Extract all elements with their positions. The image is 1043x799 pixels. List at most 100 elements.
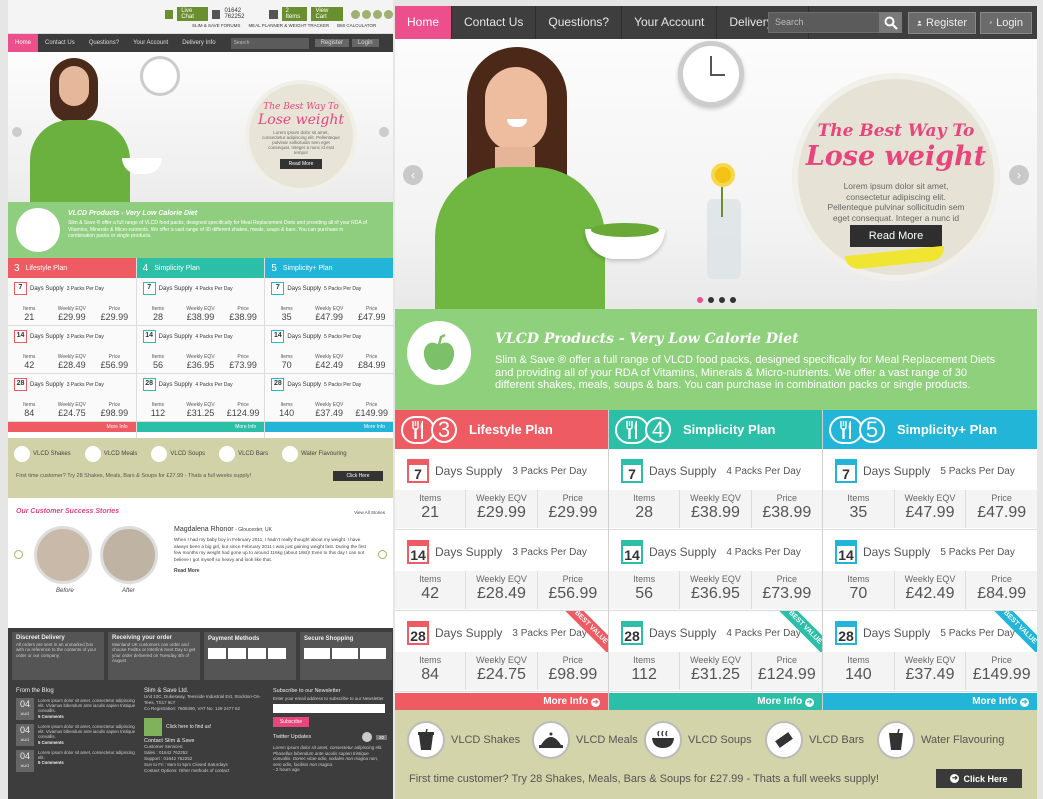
meal-planner-link[interactable]: MEAL PLANNER & WEIGHT TRACKER: [248, 23, 329, 28]
bars-thumb[interactable]: VLCD Bars: [219, 446, 268, 462]
click-here-button[interactable]: ➔ Click Here: [936, 769, 1022, 788]
blog-item[interactable]: 04 AUG Lorem ipsum dolor sit amet, consect…: [16, 724, 136, 746]
plan-option-row[interactable]: 7 Days Supply 5 Packs Per Day Items 35 We…: [823, 449, 1037, 530]
hero-body-thumb: Lorem ipsum dolor sit amet, consectetur …: [262, 130, 340, 155]
receiving-order-box: Receiving your order Mainland UK customer…: [108, 632, 200, 680]
plan-option-row[interactable]: 7 Days Supply 3 Packs Per Day Items 21 We…: [395, 449, 608, 530]
register-button-thumb[interactable]: Register: [314, 39, 349, 47]
blog-item[interactable]: 04 AUG Lorem ipsum dolor sit amet, consect…: [16, 698, 136, 720]
more-info-thumb[interactable]: More Info: [8, 422, 136, 432]
plan-header[interactable]: 3 Lifestyle Plan: [395, 410, 608, 449]
search-button[interactable]: [879, 12, 902, 33]
search-input-thumb[interactable]: Search: [230, 37, 309, 49]
twitter-icon[interactable]: [361, 732, 372, 742]
water-thumb[interactable]: Water Flavouring: [282, 446, 347, 462]
click-here-thumb[interactable]: Click Here: [333, 471, 383, 481]
calendar-icon: 28: [407, 621, 429, 645]
blog-item[interactable]: 04 AUG Lorem ipsum dolor sit amet, consect…: [16, 750, 136, 772]
more-info-link[interactable]: More Info ➔: [395, 693, 608, 710]
story-read-more[interactable]: Read More: [174, 568, 374, 574]
meals-thumb[interactable]: VLCD Meals: [84, 446, 137, 462]
plan-row-thumb[interactable]: 7 Days Supply 5 Packs Per Day Items 35 Week…: [265, 278, 393, 326]
nav-contact[interactable]: Contact Us: [452, 6, 537, 39]
more-info-link[interactable]: More Info ➔: [823, 693, 1037, 710]
shakes-thumb[interactable]: VLCD Shakes: [14, 446, 71, 462]
slider-next-button[interactable]: ›: [1009, 165, 1029, 185]
plan-row-thumb[interactable]: 28 Days Supply 3 Packs Per Day Items 84 Wee…: [8, 374, 136, 422]
plan-row-thumb[interactable]: 7 Days Supply 3 Packs Per Day Items 21 Week…: [8, 278, 136, 326]
plan-header-thumb[interactable]: 4 Simplicity Plan: [136, 258, 265, 278]
register-button[interactable]: Register: [908, 12, 976, 34]
category-soups[interactable]: VLCD Soups: [644, 721, 752, 759]
plan-header-thumb[interactable]: 3 Lifestyle Plan: [8, 258, 136, 278]
packs-per-day: 4 Packs Per Day: [726, 546, 801, 558]
calendar-icon: 7: [835, 459, 857, 483]
nav-account[interactable]: Your Account: [622, 6, 718, 39]
forums-link[interactable]: SLIM & SAVE FORUMS: [192, 23, 240, 28]
prev-arrow-thumb[interactable]: [12, 127, 22, 137]
plan-option-row[interactable]: 14 Days Supply 5 Packs Per Day Items 70 W…: [823, 530, 1037, 611]
plan-header-thumb[interactable]: 5 Simplicity+ Plan: [265, 258, 393, 278]
plan-row-thumb[interactable]: 14 Days Supply 5 Packs Per Day Items 70 Wee…: [265, 326, 393, 374]
nav-home[interactable]: Home: [395, 6, 453, 39]
nav-contact-thumb[interactable]: Contact Us: [38, 34, 82, 52]
nav-account-thumb[interactable]: Your Account: [126, 34, 175, 52]
plan-header[interactable]: 4 Simplicity Plan: [609, 410, 822, 449]
login-button[interactable]: Login: [980, 12, 1032, 34]
view-all-stories[interactable]: View All Stories: [354, 510, 385, 515]
newsletter-email-input[interactable]: [273, 704, 385, 713]
items-cell: Items 56: [609, 571, 681, 609]
slider-prev-button[interactable]: ‹: [403, 165, 423, 185]
plan-option-row[interactable]: 28 Days Supply 3 Packs Per Day BEST VALU…: [395, 611, 608, 692]
story-next-arrow[interactable]: [378, 550, 387, 559]
read-more-thumb[interactable]: Read More: [280, 159, 322, 169]
plan-option-row[interactable]: 14 Days Supply 4 Packs Per Day Items 56 W…: [609, 530, 822, 611]
slider-dot-4[interactable]: [730, 297, 736, 303]
live-chat-button[interactable]: Live Chat: [177, 7, 209, 21]
story-prev-arrow[interactable]: [14, 550, 23, 559]
nav-questions-thumb[interactable]: Questions?: [82, 34, 126, 52]
nav-home-thumb[interactable]: Home: [8, 34, 39, 52]
items-cell: Items 70: [823, 571, 895, 609]
read-more-button[interactable]: Read More: [850, 225, 942, 247]
plan-row-thumb[interactable]: 28 Days Supply 4 Packs Per Day Items 112 We…: [136, 374, 265, 422]
more-info-thumb[interactable]: More Info: [136, 422, 265, 432]
plan-row-thumb[interactable]: 14 Days Supply 4 Packs Per Day Items 56 Wee…: [136, 326, 265, 374]
soups-thumb[interactable]: VLCD Soups: [151, 446, 205, 462]
plan-option-row[interactable]: 28 Days Supply 5 Packs Per Day BEST VALU…: [823, 611, 1037, 692]
plan-option-row[interactable]: 7 Days Supply 4 Packs Per Day Items 28 We…: [609, 449, 822, 530]
weekly-eqv-cell: Weekly EQV £31.25: [680, 652, 752, 690]
slider-dot-1[interactable]: [697, 297, 703, 303]
category-bars[interactable]: VLCD Bars: [765, 721, 864, 759]
cutlery-icon: [401, 415, 435, 444]
price-cell: Price £47.99: [977, 493, 1027, 521]
category-meals[interactable]: VLCD Meals: [532, 721, 638, 759]
plan-option-row[interactable]: 14 Days Supply 3 Packs Per Day Items 42 W…: [395, 530, 608, 611]
more-info-thumb[interactable]: More Info: [265, 422, 393, 432]
plan-option-row[interactable]: 28 Days Supply 4 Packs Per Day BEST VALU…: [609, 611, 822, 692]
more-info-link[interactable]: More Info ➔: [609, 693, 822, 710]
subscribe-button[interactable]: Subscribe: [273, 717, 309, 727]
nav-questions[interactable]: Questions?: [536, 6, 623, 39]
plan-row-thumb[interactable]: 14 Days Supply 3 Packs Per Day Items 42 Wee…: [8, 326, 136, 374]
category-water[interactable]: Water Flavouring: [877, 721, 1004, 759]
next-arrow-thumb[interactable]: [379, 127, 389, 137]
slider-dot-2[interactable]: [708, 297, 714, 303]
bmi-link[interactable]: BMI CALCULATOR: [337, 23, 376, 28]
map-link[interactable]: Click here to find us!: [144, 718, 264, 736]
slider-dot-3[interactable]: [719, 297, 725, 303]
social-icons[interactable]: [351, 9, 393, 19]
login-button-thumb[interactable]: Login: [351, 39, 379, 47]
plan-header[interactable]: 5 Simplicity+ Plan: [823, 410, 1037, 449]
apple-icon-thumb: [16, 208, 60, 252]
days-supply-label: Days Supply: [435, 545, 503, 559]
price-cell: Price £98.99: [548, 655, 598, 683]
contact-options[interactable]: Contact Options: Other methods of contac…: [144, 768, 264, 774]
view-cart-button[interactable]: View Cart: [311, 7, 343, 21]
category-shakes[interactable]: VLCD Shakes: [407, 721, 520, 759]
newsletter-title: Subscribe to our Newsletter: [273, 688, 341, 694]
plan-row-thumb[interactable]: 7 Days Supply 4 Packs Per Day Items 28 Week…: [136, 278, 265, 326]
nav-delivery-thumb[interactable]: Delivery Info: [175, 34, 222, 52]
plan-row-thumb[interactable]: 28 Days Supply 5 Packs Per Day Items 140 We…: [265, 374, 393, 422]
categories-bar: VLCD Shakes VLCD Meals VLCD Soups VLCD B…: [395, 710, 1037, 799]
